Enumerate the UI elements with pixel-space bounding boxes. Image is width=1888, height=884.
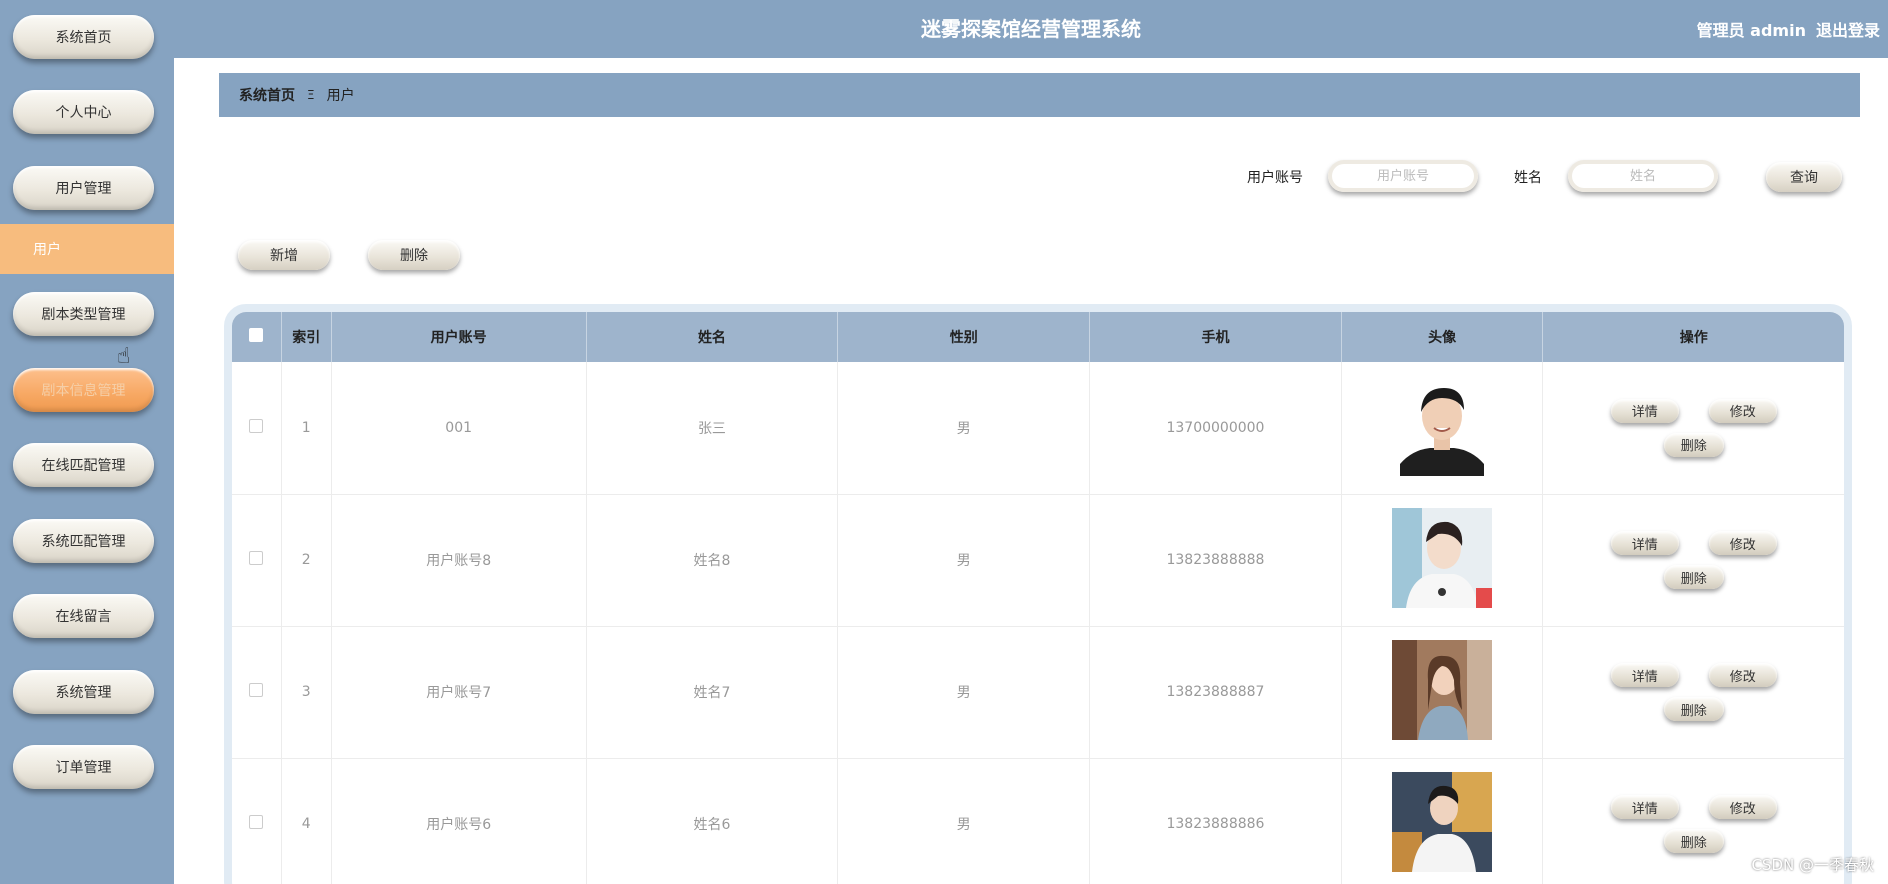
name-search-input[interactable] [1568, 160, 1718, 192]
account-search-label: 用户账号 [1247, 170, 1303, 186]
avatar-image [1392, 640, 1493, 740]
cell-name: 张三 [586, 362, 839, 495]
breadcrumb-current: 用户 [326, 88, 355, 104]
row-checkbox[interactable] [249, 418, 264, 433]
user-area: 管理员 admin 退出登录 [1697, 0, 1880, 58]
sidebar-item-order-management[interactable]: 订单管理 [13, 745, 154, 789]
sidebar-item-personal-center[interactable]: 个人中心 [13, 90, 154, 134]
sidebar-item-script-info[interactable]: 剧本信息管理 [13, 368, 154, 412]
cell-phone: 13700000000 [1089, 362, 1342, 495]
cell-gender: 男 [837, 494, 1091, 627]
name-search-label: 姓名 [1514, 170, 1542, 186]
row-actions: 详情 修改 删除 [1543, 795, 1844, 853]
delete-button[interactable]: 删除 [1663, 829, 1724, 853]
cell-phone: 13823888887 [1089, 626, 1342, 759]
sidebar-item-user-management[interactable]: 用户管理 [13, 166, 154, 210]
cell-name: 姓名6 [586, 758, 839, 884]
table-header-row: 索引 用户账号 姓名 性别 手机 头像 操作 [232, 312, 1844, 362]
avatar-image [1392, 375, 1493, 476]
detail-button[interactable]: 详情 [1610, 795, 1679, 819]
delete-button[interactable]: 删除 [1663, 697, 1724, 721]
edit-button[interactable]: 修改 [1708, 795, 1777, 819]
table-row: 4 用户账号6 姓名6 男 13823888886 详情 修改 删除 [232, 758, 1844, 884]
avatar-image [1392, 508, 1493, 608]
table-row: 1 001 张三 男 13700000000 详情 修改 删除 [232, 362, 1844, 495]
hand-cursor-icon: ☝ [117, 344, 131, 369]
delete-button[interactable]: 删除 [1663, 565, 1724, 589]
column-header-index: 索引 [281, 312, 332, 362]
logout-link[interactable]: 退出登录 [1816, 17, 1880, 41]
edit-button[interactable]: 修改 [1708, 663, 1777, 687]
cell-gender: 男 [837, 758, 1091, 884]
cell-account: 用户账号7 [331, 626, 587, 759]
avatar-image [1392, 772, 1493, 872]
batch-delete-button[interactable]: 删除 [368, 240, 460, 270]
column-header-gender: 性别 [837, 312, 1091, 362]
cell-name: 姓名8 [586, 494, 839, 627]
cell-gender: 男 [837, 362, 1091, 495]
row-checkbox[interactable] [249, 551, 264, 565]
row-actions: 详情 修改 删除 [1543, 663, 1844, 721]
breadcrumb-separator-icon: Ξ [307, 88, 315, 102]
delete-button[interactable]: 删除 [1663, 432, 1724, 457]
sidebar: 系统首页 个人中心 用户管理 用户 剧本类型管理 剧本信息管理 在线匹配管理 系… [0, 0, 174, 884]
row-checkbox[interactable] [249, 683, 264, 697]
column-header-phone: 手机 [1089, 312, 1342, 362]
detail-button[interactable]: 详情 [1610, 398, 1679, 423]
select-all-checkbox-cell[interactable] [232, 312, 282, 362]
column-header-actions: 操作 [1679, 330, 1708, 346]
table-row: 2 用户账号8 姓名8 男 13823888888 详情 修改 删除 [232, 494, 1844, 627]
cell-name: 姓名7 [586, 626, 839, 759]
user-label: 管理员 admin [1696, 21, 1806, 40]
select-all-checkbox[interactable] [249, 328, 264, 342]
cell-gender: 男 [837, 626, 1091, 759]
row-checkbox[interactable] [249, 815, 264, 829]
cell-index: 2 [281, 494, 332, 627]
cell-index: 3 [281, 626, 332, 759]
edit-button[interactable]: 修改 [1708, 531, 1777, 555]
column-header-account: 用户账号 [331, 312, 587, 362]
table-row: 3 用户账号7 姓名7 男 13823888887 详情 修改 删除 [232, 626, 1844, 759]
user-table-container: 索引 用户账号 姓名 性别 手机 头像 操作 1 001 张三 男 137000… [224, 304, 1852, 884]
row-actions: 详情 修改 删除 [1543, 531, 1844, 589]
watermark: CSDN @一季春秋 [1751, 856, 1874, 874]
app-title: 迷雾探案馆经营管理系统 [921, 17, 1141, 41]
sidebar-item-online-match[interactable]: 在线匹配管理 [13, 443, 154, 487]
column-header-avatar: 头像 [1341, 312, 1544, 362]
breadcrumb-home[interactable]: 系统首页 [239, 85, 295, 105]
sidebar-item-home[interactable]: 系统首页 [13, 15, 154, 59]
sidebar-item-user[interactable]: 用户 [0, 224, 174, 274]
cell-index: 1 [281, 362, 332, 495]
edit-button[interactable]: 修改 [1708, 398, 1777, 423]
detail-button[interactable]: 详情 [1610, 531, 1679, 555]
cell-account: 用户账号6 [331, 758, 587, 884]
breadcrumb: 系统首页 Ξ 用户 [219, 73, 1860, 117]
add-button[interactable]: 新增 [238, 240, 330, 270]
row-actions: 详情 修改 删除 [1543, 398, 1844, 457]
cell-phone: 13823888888 [1089, 494, 1342, 627]
cell-phone: 13823888886 [1089, 758, 1342, 884]
sidebar-item-online-message[interactable]: 在线留言 [13, 594, 154, 638]
user-table: 索引 用户账号 姓名 性别 手机 头像 操作 1 001 张三 男 137000… [232, 312, 1844, 884]
cell-account: 001 [331, 362, 587, 495]
top-bar: 迷雾探案馆经营管理系统 管理员 admin 退出登录 [174, 0, 1888, 58]
sidebar-item-script-type[interactable]: 剧本类型管理 [13, 292, 154, 336]
sidebar-item-system-match[interactable]: 系统匹配管理 [13, 519, 154, 563]
sidebar-item-system-management[interactable]: 系统管理 [13, 670, 154, 714]
account-search-input[interactable] [1328, 160, 1478, 192]
cell-index: 4 [281, 758, 332, 884]
column-header-name: 姓名 [586, 312, 839, 362]
query-button[interactable]: 查询 [1766, 162, 1842, 192]
cell-account: 用户账号8 [331, 494, 587, 627]
detail-button[interactable]: 详情 [1610, 663, 1679, 687]
